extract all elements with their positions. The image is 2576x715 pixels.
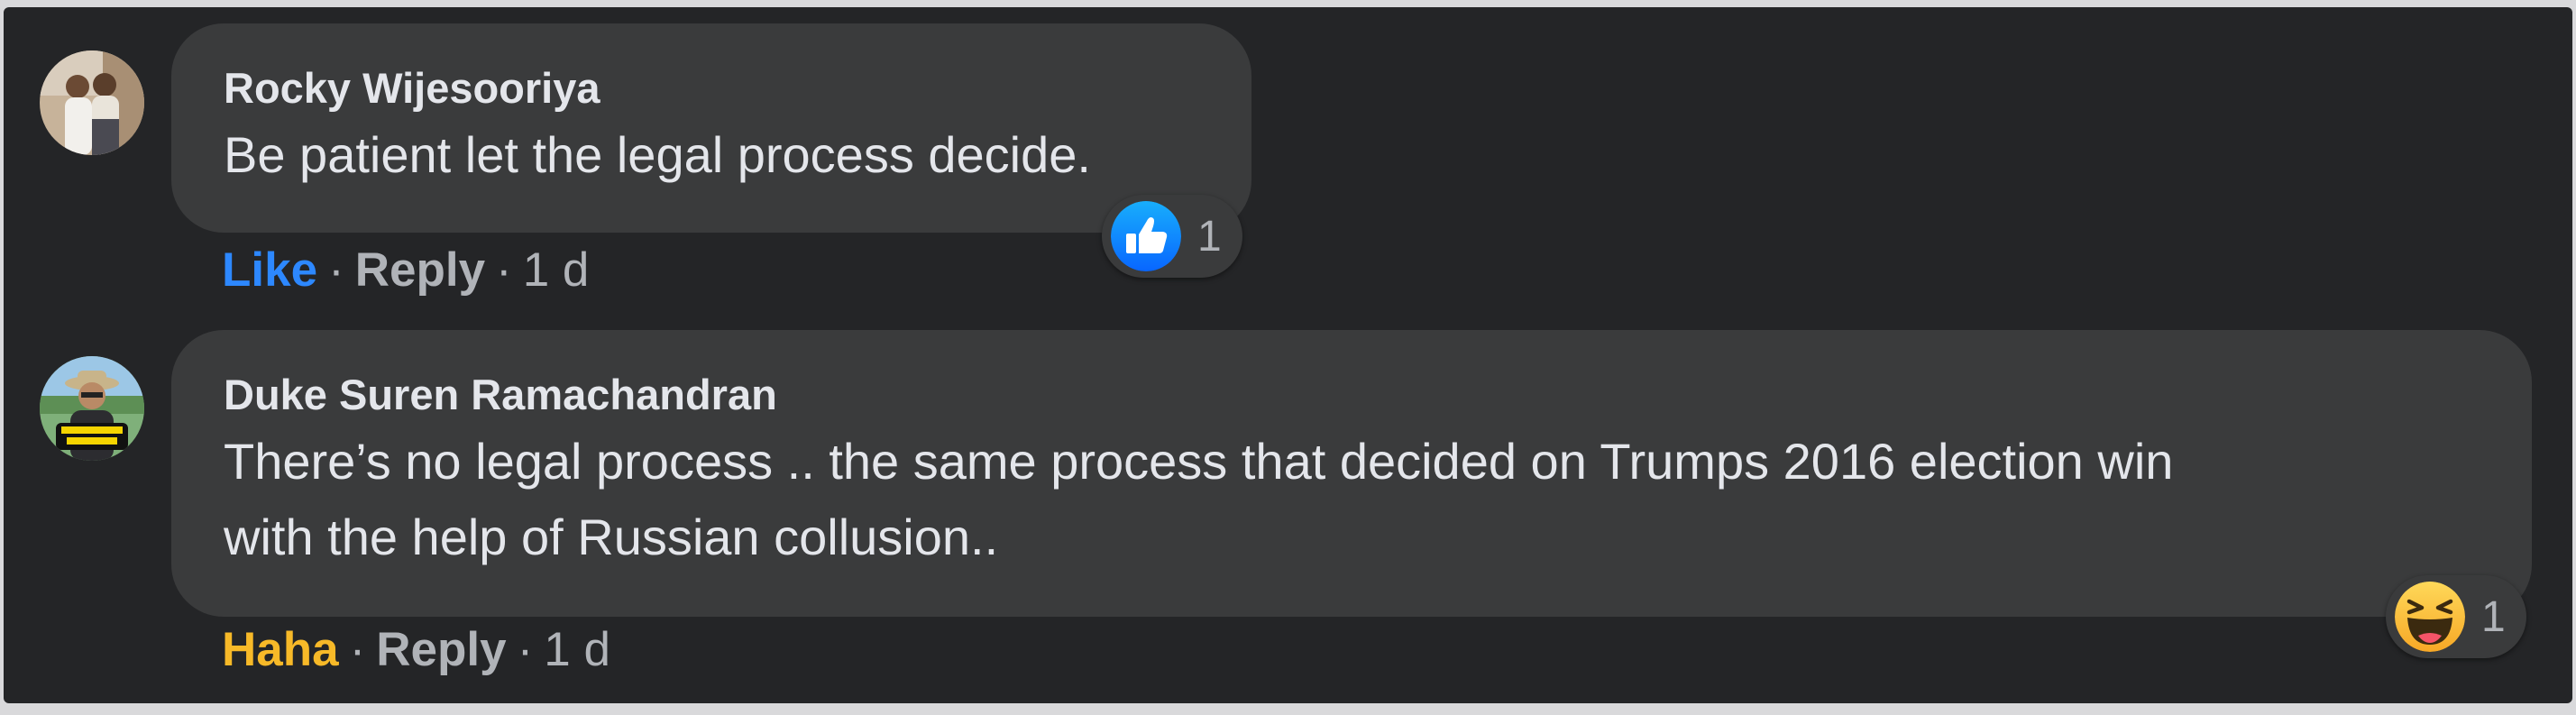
comment-bubble: Rocky Wijesooriya Be patient let the leg…	[171, 23, 1251, 233]
avatar-photo	[40, 50, 144, 155]
timestamp-link[interactable]: 1 d	[544, 623, 610, 676]
haha-button[interactable]: Haha	[222, 623, 339, 676]
like-button[interactable]: Like	[222, 243, 317, 297]
reply-button[interactable]: Reply	[376, 623, 506, 676]
separator: ·	[349, 623, 366, 676]
comment-author[interactable]: Duke Suren Ramachandran	[224, 368, 2480, 422]
comment-text-line: with the help of Russian collusion..	[224, 509, 999, 565]
avatar-photo	[40, 356, 144, 461]
reaction-count: 1	[2481, 592, 2506, 641]
reply-button[interactable]: Reply	[355, 243, 485, 297]
thumbs-up-icon	[1111, 201, 1181, 271]
comment-actions: Like · Reply · 1 d	[222, 243, 589, 298]
avatar[interactable]	[40, 50, 144, 155]
comments-panel: Rocky Wijesooriya Be patient let the leg…	[4, 7, 2572, 703]
comment-author[interactable]: Rocky Wijesooriya	[224, 61, 1199, 115]
reaction-summary[interactable]: 1	[1102, 195, 1242, 278]
comment-actions: Haha · Reply · 1 d	[222, 623, 610, 677]
comment-text: There’s no legal process .. the same pro…	[224, 424, 2480, 575]
haha-emoji-icon	[2395, 582, 2465, 652]
avatar[interactable]	[40, 356, 144, 461]
separator: ·	[328, 243, 344, 297]
comment-text-line: There’s no legal process .. the same pro…	[224, 433, 2174, 490]
reaction-summary[interactable]: 1	[2386, 575, 2526, 658]
separator: ·	[517, 623, 534, 676]
comment-text: Be patient let the legal process decide.	[224, 126, 1091, 183]
timestamp-link[interactable]: 1 d	[523, 243, 590, 297]
separator: ·	[496, 243, 512, 297]
comment-bubble: Duke Suren Ramachandran There’s no legal…	[171, 330, 2532, 617]
reaction-count: 1	[1197, 212, 1222, 261]
